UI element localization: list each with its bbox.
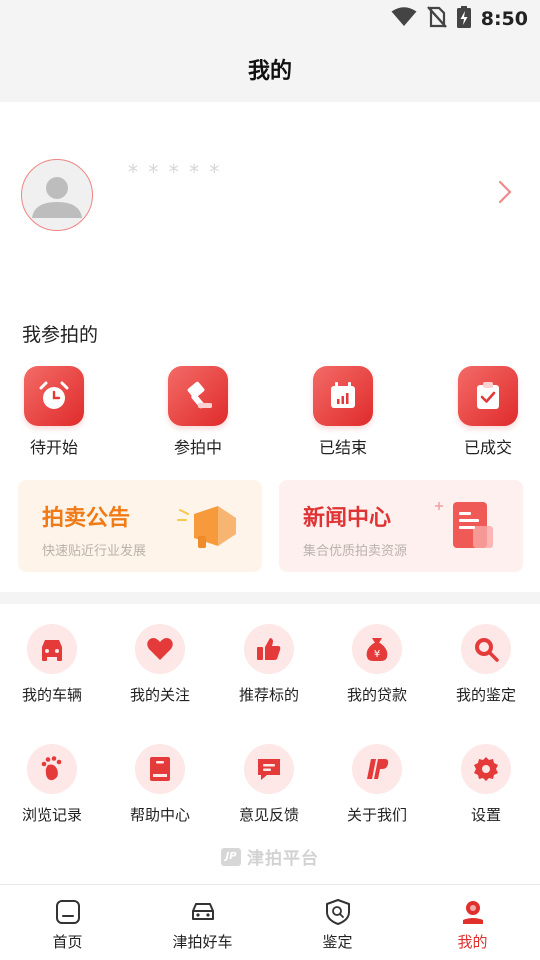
status-label: 待开始 [29, 438, 78, 457]
clipboard-check-icon [458, 366, 518, 426]
newspaper-icon [435, 500, 505, 556]
promo-title: 新闻中心 [303, 506, 392, 531]
wifi-icon [391, 7, 417, 31]
menu-my-vehicles[interactable]: 我的车辆 [0, 624, 104, 705]
tab-label: 首页 [52, 933, 83, 951]
heart-icon [135, 624, 185, 674]
page-title: 我的 [247, 59, 292, 84]
megaphone-icon [174, 500, 244, 556]
status-bar: 8:50 [0, 0, 540, 36]
promo-subtitle: 快速贴近行业发展 [42, 544, 147, 559]
menu-browse-history[interactable]: 浏览记录 [0, 744, 104, 825]
menu-label: 帮助中心 [129, 806, 190, 824]
car-icon [27, 624, 77, 674]
book-icon [135, 744, 185, 794]
menu-label: 我的鉴定 [455, 686, 516, 704]
avatar[interactable] [21, 159, 93, 231]
status-bidding[interactable]: 参拍中 [150, 366, 246, 458]
my-auctions-section: 我参拍的 待开始 参拍中 已结束 已成交 拍卖公告 快速贴近行业发展 新闻中心 … [0, 302, 540, 592]
menu-help-center[interactable]: 帮助中心 [108, 744, 212, 825]
tab-good-cars[interactable]: 津拍好车 [135, 897, 270, 952]
no-sim-icon [426, 6, 447, 32]
watermark-text: 津拍平台 [247, 849, 319, 869]
default-avatar-icon [32, 177, 82, 218]
platform-logo-icon: JP [221, 847, 241, 866]
auction-notice-card[interactable]: 拍卖公告 快速贴近行业发展 [18, 480, 262, 572]
alarm-clock-icon [24, 366, 84, 426]
gear-icon [461, 744, 511, 794]
menu-label: 设置 [470, 806, 501, 824]
status-icons: 8:50 [391, 6, 528, 32]
tab-home[interactable]: 首页 [0, 897, 135, 952]
menu-settings[interactable]: 设置 [434, 744, 538, 825]
menu-label: 我的贷款 [346, 686, 407, 704]
status-ended[interactable]: 已结束 [295, 366, 391, 458]
svg-text:¥: ¥ [374, 649, 380, 660]
auction-status-row: 待开始 参拍中 已结束 已成交 [0, 366, 540, 466]
tab-mine[interactable]: 我的 [405, 897, 540, 952]
menu-my-loans[interactable]: ¥ 我的贷款 [325, 624, 429, 705]
gavel-icon [168, 366, 228, 426]
chat-bubble-icon [244, 744, 294, 794]
menu-label: 关于我们 [346, 806, 407, 824]
menu-label: 我的车辆 [21, 686, 82, 704]
username: * * * * * [128, 160, 222, 184]
calendar-chart-icon [313, 366, 373, 426]
status-pending[interactable]: 待开始 [6, 366, 102, 458]
battery-charging-icon [456, 6, 471, 32]
menu-recommended[interactable]: 推荐标的 [217, 624, 321, 705]
thumbs-up-icon [244, 624, 294, 674]
status-label: 已成交 [463, 438, 512, 457]
profile-card[interactable]: * * * * * [0, 102, 540, 302]
section-title: 我参拍的 [22, 324, 99, 346]
menu-label: 浏览记录 [21, 806, 82, 824]
footprint-icon [27, 744, 77, 794]
user-icon [405, 897, 540, 927]
car-outline-icon [135, 897, 270, 927]
news-center-card[interactable]: 新闻中心 集合优质拍卖资源 [279, 480, 523, 572]
magnifier-icon [461, 624, 511, 674]
chevron-right-icon[interactable] [498, 180, 512, 208]
shield-search-icon [270, 897, 405, 927]
tab-label: 鉴定 [322, 933, 353, 951]
platform-watermark: JP 津拍平台 [0, 844, 540, 869]
brand-logo-icon [352, 744, 402, 794]
money-bag-icon: ¥ [352, 624, 402, 674]
tab-label: 津拍好车 [172, 933, 233, 951]
menu-feedback[interactable]: 意见反馈 [217, 744, 321, 825]
status-time: 8:50 [480, 8, 528, 30]
menu-label: 我的关注 [129, 686, 190, 704]
menu-my-appraisals[interactable]: 我的鉴定 [434, 624, 538, 705]
promo-title: 拍卖公告 [42, 506, 131, 531]
status-label: 已结束 [318, 438, 367, 457]
menu-grid: 我的车辆 我的关注 推荐标的 ¥ 我的贷款 我的鉴定 浏览记录 帮助中心 意见反… [0, 604, 540, 884]
tab-label: 我的 [457, 933, 488, 951]
status-label: 参拍中 [173, 438, 222, 457]
menu-about-us[interactable]: 关于我们 [325, 744, 429, 825]
page-header: 我的 [0, 36, 540, 102]
promo-subtitle: 集合优质拍卖资源 [303, 544, 408, 559]
tab-appraisal[interactable]: 鉴定 [270, 897, 405, 952]
menu-my-follows[interactable]: 我的关注 [108, 624, 212, 705]
menu-label: 推荐标的 [238, 686, 299, 704]
home-icon [0, 897, 135, 927]
menu-label: 意见反馈 [238, 806, 299, 824]
status-completed[interactable]: 已成交 [440, 366, 536, 458]
bottom-tab-bar: 首页 津拍好车 鉴定 我的 [0, 884, 540, 960]
